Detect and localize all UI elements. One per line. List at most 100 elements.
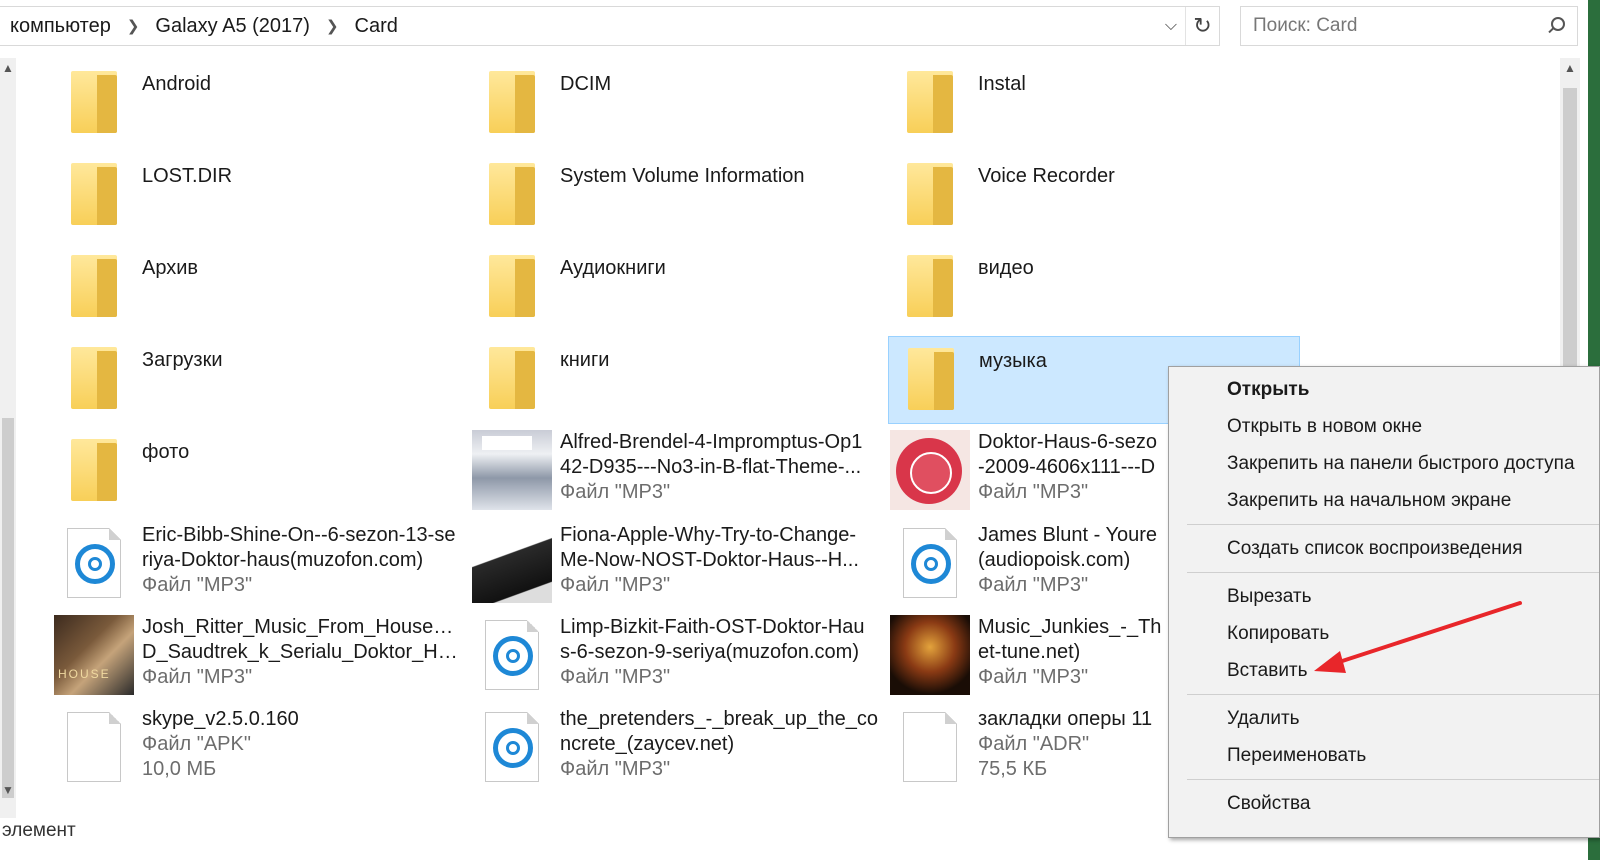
item-name-line2: Me-Now-NOST-Doktor-Haus--H... (560, 549, 859, 571)
item-name: the_pretenders_-_break_up_the_co (560, 708, 879, 730)
folder-icon (489, 255, 535, 317)
menu-item-rename[interactable]: Переименовать (1169, 737, 1599, 774)
folder-item[interactable]: книги (470, 336, 882, 424)
item-type: Файл "MP3" (560, 574, 671, 596)
scroll-thumb[interactable] (2, 418, 14, 798)
refresh-icon[interactable]: ↻ (1185, 7, 1219, 45)
scroll-up-icon[interactable]: ▲ (0, 58, 16, 78)
folder-item[interactable]: Аудиокниги (470, 244, 882, 332)
item-type: Файл "ADR" (978, 733, 1090, 755)
item-name: Alfred-Brendel-4-Impromptus-Op1 (560, 431, 863, 453)
breadcrumb: компьютер ❯ Galaxy A5 (2017) ❯ Card (0, 7, 1157, 45)
breadcrumb-card[interactable]: Card (349, 15, 404, 38)
item-name-line2: -2009-4606x111---D (978, 456, 1156, 478)
menu-item-create-playlist[interactable]: Создать список воспроизведения (1169, 530, 1599, 567)
menu-item-pin-start[interactable]: Закрепить на начальном экране (1169, 482, 1599, 519)
item-size: 75,5 КБ (978, 758, 1048, 780)
item-name: System Volume Information (560, 165, 805, 187)
left-scrollbar[interactable]: ▲ ▼ (0, 58, 16, 818)
folder-item[interactable]: Android (52, 60, 464, 148)
item-name-line2: (audiopoisk.com) (978, 549, 1131, 571)
album-art-icon (472, 523, 552, 603)
audio-file-icon (67, 528, 121, 598)
chevron-right-icon[interactable]: ❯ (316, 17, 349, 35)
item-type: Файл "MP3" (560, 666, 671, 688)
item-name: фото (142, 441, 190, 463)
item-type: Файл "APK" (142, 733, 251, 755)
search-icon[interactable] (1545, 16, 1565, 36)
menu-separator (1187, 572, 1599, 573)
album-art-icon (890, 430, 970, 510)
status-text: элемент (2, 820, 76, 841)
menu-item-delete[interactable]: Удалить (1169, 700, 1599, 737)
item-name: James Blunt - Youre (978, 524, 1157, 546)
folder-item[interactable]: Instal (888, 60, 1300, 148)
item-name-line2: et-tune.net) (978, 641, 1081, 663)
file-grid: Android DCIM Instal LOST.DIR System Volu… (52, 60, 1322, 810)
folder-item[interactable]: фото (52, 428, 464, 516)
search-box[interactable] (1240, 6, 1578, 46)
chevron-right-icon[interactable]: ❯ (117, 17, 150, 35)
file-item[interactable]: skype_v2.5.0.160 Файл "APK" 10,0 МБ (52, 705, 464, 793)
album-art-icon (472, 430, 552, 510)
breadcrumb-device[interactable]: Galaxy A5 (2017) (149, 15, 316, 38)
item-name: Doktor-Haus-6-sezo (978, 431, 1157, 453)
search-input[interactable] (1253, 15, 1545, 37)
item-size: 10,0 МБ (142, 758, 217, 780)
item-type: Файл "MP3" (560, 481, 671, 503)
item-name: Android (142, 73, 211, 95)
folder-icon (907, 255, 953, 317)
item-type: Файл "MP3" (978, 666, 1089, 688)
item-name: skype_v2.5.0.160 (142, 708, 299, 730)
red-arrow-icon (1314, 601, 1522, 673)
item-name-line2: D_Saudtrek_k_Serialu_Doktor_Hau... (142, 641, 464, 663)
scroll-up-icon[interactable]: ▲ (1562, 58, 1578, 78)
scroll-down-icon[interactable]: ▼ (0, 780, 16, 800)
file-item[interactable]: Alfred-Brendel-4-Impromptus-Op1 42-D935--… (470, 428, 882, 516)
folder-icon (489, 71, 535, 133)
chevron-down-icon[interactable]: ⌵ (1157, 7, 1185, 45)
item-name: музыка (979, 350, 1047, 372)
folder-icon (907, 71, 953, 133)
item-name: Аудиокниги (560, 257, 666, 279)
album-art-icon (890, 615, 970, 695)
folder-item[interactable]: видео (888, 244, 1300, 332)
folder-item[interactable]: System Volume Information (470, 152, 882, 240)
menu-item-open-new-window[interactable]: Открыть в новом окне (1169, 408, 1599, 445)
file-item[interactable]: Limp-Bizkit-Faith-OST-Doktor-Hau s-6-sezo… (470, 613, 882, 701)
folder-icon (71, 439, 117, 501)
folder-icon (71, 255, 117, 317)
file-item[interactable]: Eric-Bibb-Shine-On--6-sezon-13-se riya-Do… (52, 521, 464, 609)
album-art-icon (54, 615, 134, 695)
file-item[interactable]: Fiona-Apple-Why-Try-to-Change- Me-Now-NOS… (470, 521, 882, 609)
folder-item[interactable]: Voice Recorder (888, 152, 1300, 240)
menu-item-properties[interactable]: Свойства (1169, 785, 1599, 822)
blank-file-icon (903, 712, 957, 782)
item-type: Файл "MP3" (142, 666, 253, 688)
item-name: DCIM (560, 73, 612, 95)
folder-item[interactable]: Загрузки (52, 336, 464, 424)
item-name-line2: ncrete_(zaycev.net) (560, 733, 735, 755)
item-type: Файл "MP3" (978, 574, 1089, 596)
breadcrumb-computer[interactable]: компьютер (4, 15, 117, 38)
file-item[interactable]: Josh_Ritter_Music_From_House_M_ D_Saudtre… (52, 613, 464, 701)
file-item[interactable]: the_pretenders_-_break_up_the_co ncrete_(… (470, 705, 882, 793)
folder-icon (71, 347, 117, 409)
address-bar[interactable]: компьютер ❯ Galaxy A5 (2017) ❯ Card ⌵ ↻ (0, 6, 1220, 46)
folder-item[interactable]: LOST.DIR (52, 152, 464, 240)
item-name: Загрузки (142, 349, 223, 371)
folder-item[interactable]: Архив (52, 244, 464, 332)
item-name: Eric-Bibb-Shine-On--6-sezon-13-se (142, 524, 456, 546)
item-type: Файл "MP3" (142, 574, 253, 596)
item-name: Voice Recorder (978, 165, 1115, 187)
menu-item-pin-quick-access[interactable]: Закрепить на панели быстрого доступа (1169, 445, 1599, 482)
folder-item[interactable]: DCIM (470, 60, 882, 148)
item-name: книги (560, 349, 610, 371)
item-name-line2: riya-Doktor-haus(muzofon.com) (142, 549, 424, 571)
menu-separator (1187, 694, 1599, 695)
menu-item-open[interactable]: Открыть (1169, 371, 1599, 408)
menu-separator (1187, 779, 1599, 780)
item-name: Fiona-Apple-Why-Try-to-Change- (560, 524, 857, 546)
audio-file-icon (903, 528, 957, 598)
item-type: Файл "MP3" (560, 758, 671, 780)
